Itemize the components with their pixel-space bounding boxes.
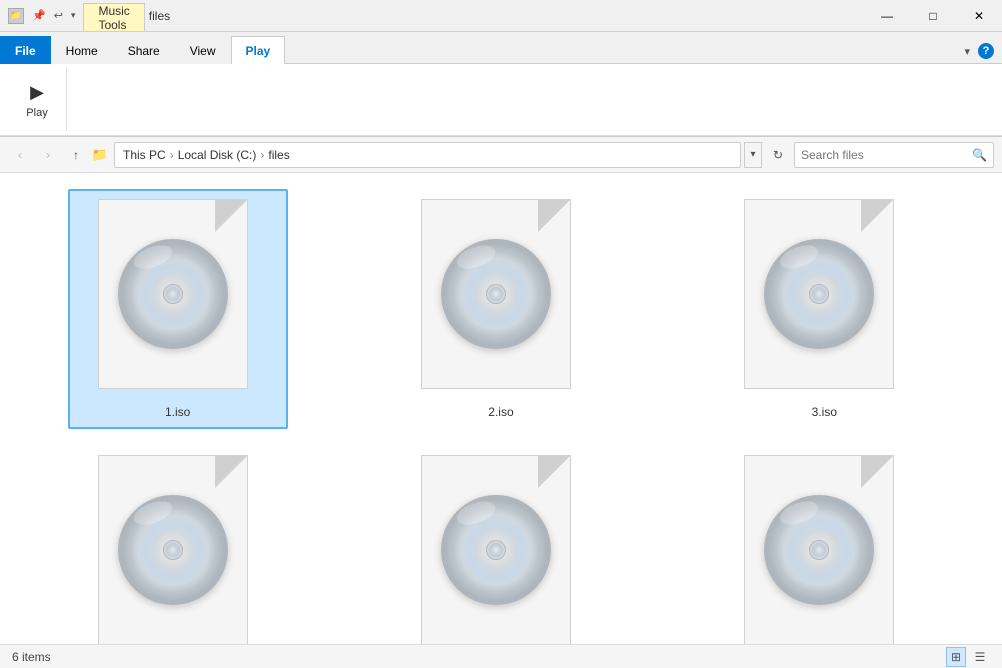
file-label-1: 1.iso — [165, 405, 190, 419]
address-path[interactable]: This PC › Local Disk (C:) › files — [114, 142, 741, 168]
maximize-button[interactable]: □ — [910, 0, 956, 32]
file-icon-2 — [421, 199, 581, 399]
file-item[interactable]: 5.iso — [391, 445, 611, 644]
disc-1 — [118, 239, 228, 349]
help-icon[interactable]: ? — [978, 43, 994, 59]
quick-access-undo[interactable]: ↩ — [54, 9, 63, 22]
search-icon: 🔍 — [972, 148, 987, 162]
ribbon: File Home Share View Play ▾ ? ▶ Play — [0, 32, 1002, 137]
file-icon-1 — [98, 199, 258, 399]
file-icon-6 — [744, 455, 904, 644]
path-this-pc[interactable]: This PC — [123, 148, 166, 162]
file-icon-3 — [744, 199, 904, 399]
disc-2 — [441, 239, 551, 349]
quick-access-dropdown[interactable]: ▾ — [71, 10, 76, 21]
details-view-button[interactable]: ☰ — [970, 647, 990, 667]
play-icon: ▶ — [25, 81, 49, 105]
status-bar: 6 items ⊞ ☰ — [0, 644, 1002, 668]
back-button[interactable]: ‹ — [8, 143, 32, 167]
file-item[interactable]: 2.iso — [391, 189, 611, 429]
disc-3 — [764, 239, 874, 349]
minimize-button[interactable]: — — [864, 0, 910, 32]
tab-share[interactable]: Share — [113, 36, 175, 64]
play-button[interactable]: ▶ Play — [16, 76, 58, 124]
up-button[interactable]: ↑ — [64, 143, 88, 167]
tab-file[interactable]: File — [0, 36, 51, 64]
large-icons-view-button[interactable]: ⊞ — [946, 647, 966, 667]
forward-button[interactable]: › — [36, 143, 60, 167]
disc-5 — [441, 495, 551, 605]
ribbon-tab-music-tools[interactable]: Music Tools — [83, 0, 144, 31]
disc-4 — [118, 495, 228, 605]
ribbon-group-play: ▶ Play — [8, 68, 67, 131]
tab-home[interactable]: Home — [51, 36, 113, 64]
quick-access-pin[interactable]: 📌 — [32, 9, 46, 22]
file-label-3: 3.iso — [812, 405, 837, 419]
file-icon-4 — [98, 455, 258, 644]
file-item[interactable]: 1.iso — [68, 189, 288, 429]
title-bar-path: files — [145, 0, 864, 31]
window-icon: 📁 — [8, 8, 24, 24]
address-bar: ‹ › ↑ 📁 This PC › Local Disk (C:) › file… — [0, 137, 1002, 173]
path-local-disk[interactable]: Local Disk (C:) — [178, 148, 257, 162]
disc-6 — [764, 495, 874, 605]
file-icon-5 — [421, 455, 581, 644]
item-count: 6 items — [12, 650, 51, 664]
ribbon-tabs: File Home Share View Play ▾ ? — [0, 32, 1002, 64]
address-dropdown-button[interactable]: ▾ — [744, 142, 762, 168]
refresh-button[interactable]: ↻ — [766, 143, 790, 167]
file-label-2: 2.iso — [488, 405, 513, 419]
search-input[interactable] — [801, 148, 968, 162]
search-box[interactable]: 🔍 — [794, 142, 994, 168]
ribbon-collapse-icon[interactable]: ▾ — [964, 45, 970, 58]
view-controls: ⊞ ☰ — [946, 647, 990, 667]
tab-view[interactable]: View — [175, 36, 231, 64]
file-area: 1.iso 2.iso 3.iso — [0, 173, 1002, 644]
title-bar-icons: 📁 📌 ↩ ▾ — [0, 0, 83, 31]
ribbon-content: ▶ Play — [0, 64, 1002, 136]
file-item[interactable]: 4.iso — [68, 445, 288, 644]
close-button[interactable]: ✕ — [956, 0, 1002, 32]
window-controls[interactable]: — □ ✕ — [864, 0, 1002, 31]
path-files: files — [268, 148, 289, 162]
music-tools-tab[interactable]: Music Tools — [83, 3, 144, 31]
title-bar: 📁 📌 ↩ ▾ Music Tools files — □ ✕ — [0, 0, 1002, 32]
tab-play[interactable]: Play — [231, 36, 286, 64]
file-item[interactable]: 6.iso — [714, 445, 934, 644]
folder-icon: 📁 — [92, 147, 108, 163]
file-item[interactable]: 3.iso — [714, 189, 934, 429]
